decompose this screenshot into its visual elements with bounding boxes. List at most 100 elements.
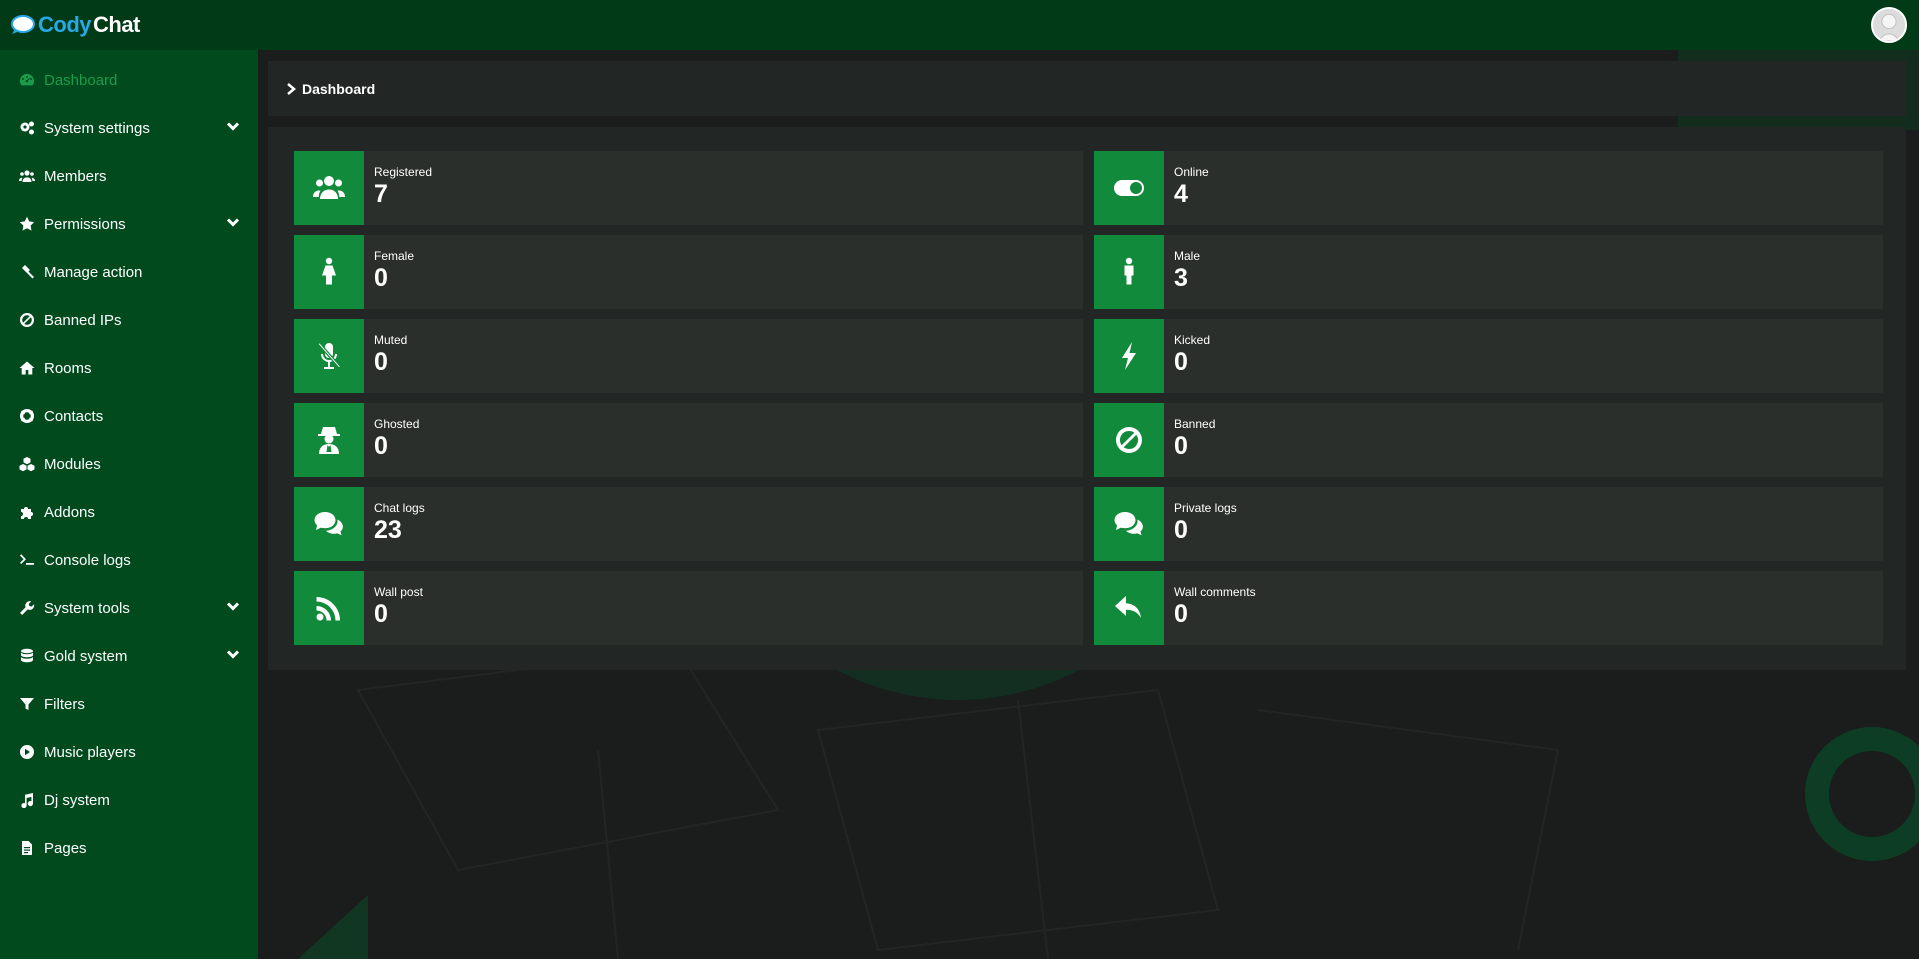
stat-text: Chat logs 23	[364, 487, 425, 561]
sidebar-item-gold-system[interactable]: Gold system	[0, 632, 258, 680]
stat-value: 0	[374, 264, 388, 292]
sidebar-item-console-logs[interactable]: Console logs	[0, 536, 258, 584]
stat-label: Chat logs	[374, 501, 425, 515]
database-icon	[18, 647, 36, 665]
stat-text: Ghosted 0	[364, 403, 419, 477]
sidebar-item-pages[interactable]: Pages	[0, 824, 258, 872]
stat-card-muted: Muted 0	[294, 319, 1083, 393]
reply-icon	[1094, 571, 1164, 645]
sidebar-item-label: Banned IPs	[44, 311, 122, 329]
stat-card-private-logs: Private logs 0	[1094, 487, 1883, 561]
avatar-user-icon	[1873, 9, 1905, 41]
stat-value: 0	[1174, 600, 1188, 628]
microphone-slash-icon	[294, 319, 364, 393]
stat-card-wall-post: Wall post 0	[294, 571, 1083, 645]
sidebar-item-label: Gold system	[44, 647, 128, 665]
stat-label: Registered	[374, 165, 433, 179]
sidebar-item-banned-ips[interactable]: Banned IPs	[0, 296, 258, 344]
sidebar-item-dashboard[interactable]: Dashboard	[0, 56, 258, 104]
stat-value: 0	[374, 600, 388, 628]
sidebar-item-label: Pages	[44, 839, 87, 857]
sidebar-item-contacts[interactable]: Contacts	[0, 392, 258, 440]
sidebar-item-modules[interactable]: Modules	[0, 440, 258, 488]
stat-label: Muted	[374, 333, 408, 347]
stat-label: Banned	[1174, 417, 1216, 431]
music-icon	[18, 791, 36, 809]
stat-card-male: Male 3	[1094, 235, 1883, 309]
chevron-down-icon[interactable]	[226, 599, 240, 617]
stat-label: Online	[1174, 165, 1209, 179]
sidebar-item-label: System settings	[44, 119, 150, 137]
sidebar-item-music-players[interactable]: Music players	[0, 728, 258, 776]
sidebar-item-manage-action[interactable]: Manage action	[0, 248, 258, 296]
stat-value: 4	[1174, 180, 1188, 208]
breadcrumb: Dashboard	[268, 61, 1906, 116]
chevron-right-icon	[287, 82, 296, 95]
ban-icon	[18, 311, 36, 329]
puzzle-icon	[18, 503, 36, 521]
users-icon	[294, 151, 364, 225]
chat-bubble-logo-icon	[11, 15, 35, 34]
stats-panel: Registered 7 Online 4 Female 0 Male 3 Muted 0 Kick…	[268, 127, 1906, 670]
stat-value: 0	[1174, 516, 1188, 544]
stat-label: Wall post	[374, 585, 423, 599]
app-logo[interactable]: Cody Chat	[10, 12, 140, 38]
user-avatar[interactable]	[1871, 7, 1907, 43]
top-bar: Cody Chat	[0, 0, 1919, 50]
male-icon	[1094, 235, 1164, 309]
stat-value: 0	[374, 348, 388, 376]
logo-text-cody: Cody	[38, 12, 92, 37]
stat-value: 7	[374, 180, 388, 208]
sidebar-item-label: Console logs	[44, 551, 131, 569]
sidebar-item-filters[interactable]: Filters	[0, 680, 258, 728]
stat-value: 0	[374, 432, 388, 460]
stat-value: 0	[1174, 348, 1188, 376]
file-icon	[18, 839, 36, 857]
toggle-on-icon	[1094, 151, 1164, 225]
stat-card-chat-logs: Chat logs 23	[294, 487, 1083, 561]
chevron-down-icon[interactable]	[226, 647, 240, 665]
sidebar-item-permissions[interactable]: Permissions	[0, 200, 258, 248]
stat-card-registered: Registered 7	[294, 151, 1083, 225]
stat-text: Muted 0	[364, 319, 407, 393]
sidebar-item-label: Dashboard	[44, 71, 118, 89]
logo-text-chat: Chat	[93, 12, 140, 37]
filter-icon	[18, 695, 36, 713]
cubes-icon	[18, 455, 36, 473]
stat-card-female: Female 0	[294, 235, 1083, 309]
home-icon	[18, 359, 36, 377]
sidebar-item-members[interactable]: Members	[0, 152, 258, 200]
stat-text: Private logs 0	[1164, 487, 1237, 561]
comments-icon	[1094, 487, 1164, 561]
sidebar-item-label: Rooms	[44, 359, 92, 377]
stat-card-ghosted: Ghosted 0	[294, 403, 1083, 477]
user-secret-icon	[294, 403, 364, 477]
stat-value: 0	[1174, 432, 1188, 460]
stat-value: 3	[1174, 264, 1188, 292]
sidebar-item-rooms[interactable]: Rooms	[0, 344, 258, 392]
sidebar-item-system-tools[interactable]: System tools	[0, 584, 258, 632]
stat-label: Wall comments	[1174, 585, 1256, 599]
stat-label: Kicked	[1174, 333, 1211, 347]
stat-card-wall-comments: Wall comments 0	[1094, 571, 1883, 645]
sidebar-item-system-settings[interactable]: System settings	[0, 104, 258, 152]
stat-card-online: Online 4	[1094, 151, 1883, 225]
stat-card-kicked: Kicked 0	[1094, 319, 1883, 393]
sidebar-item-label: Addons	[44, 503, 95, 521]
stat-text: Wall post 0	[364, 571, 423, 645]
dashboard-icon	[18, 71, 36, 89]
bolt-icon	[1094, 319, 1164, 393]
gavel-icon	[18, 263, 36, 281]
ban-icon	[1094, 403, 1164, 477]
sidebar-item-dj-system[interactable]: Dj system	[0, 776, 258, 824]
chevron-down-icon[interactable]	[226, 215, 240, 233]
sidebar-item-addons[interactable]: Addons	[0, 488, 258, 536]
sidebar-item-label: Manage action	[44, 263, 143, 281]
stat-text: Wall comments 0	[1164, 571, 1256, 645]
stat-label: Ghosted	[374, 417, 420, 431]
rss-icon	[294, 571, 364, 645]
stat-text: Female 0	[364, 235, 414, 309]
chevron-down-icon[interactable]	[226, 119, 240, 137]
stat-label: Private logs	[1174, 501, 1237, 515]
wrench-icon	[18, 599, 36, 617]
